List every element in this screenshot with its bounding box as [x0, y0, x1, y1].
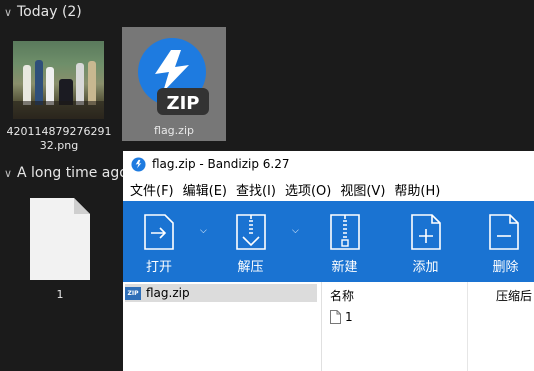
menu-options[interactable]: 选项(O) — [285, 180, 331, 199]
toolbar: 打开 ⌵ 解压 ⌵ 新建 添加 删除 — [123, 201, 534, 282]
file-name: 420114879276291 32.png — [6, 125, 112, 152]
image-thumbnail — [13, 41, 104, 119]
open-button[interactable]: 打开 — [123, 201, 195, 282]
chevron-down-icon[interactable]: ∨ — [0, 6, 16, 19]
extract-icon — [236, 214, 266, 250]
chevron-down-icon[interactable]: ∨ — [0, 167, 16, 180]
open-folder-icon — [144, 214, 174, 250]
window-title: flag.zip - Bandizip 6.27 — [152, 157, 290, 171]
menu-view[interactable]: 视图(V) — [340, 180, 385, 199]
file-list: 名称 压缩后 1 — [322, 282, 534, 371]
group-header-today[interactable]: ∨ Today (2) — [0, 1, 82, 23]
file-row-name: 1 — [345, 310, 353, 324]
file-tile-1[interactable]: 1 — [14, 190, 106, 310]
group-label-long-ago: A long time ago — [17, 165, 128, 181]
add-button[interactable]: 添加 — [388, 201, 463, 282]
menu-help[interactable]: 帮助(H) — [394, 180, 440, 199]
group-label-today: Today (2) — [17, 4, 82, 20]
zip-badge-text: ZIP — [166, 93, 200, 114]
menu-find[interactable]: 查找(I) — [236, 180, 276, 199]
tree-item-label: flag.zip — [146, 286, 190, 300]
menu-bar: 文件(F) 编辑(E) 查找(I) 选项(O) 视图(V) 帮助(H) — [123, 177, 534, 201]
group-header-long-ago[interactable]: ∨ A long time ago — [0, 162, 128, 184]
title-bar[interactable]: flag.zip - Bandizip 6.27 — [123, 151, 534, 177]
bandizip-window: flag.zip - Bandizip 6.27 文件(F) 编辑(E) 查找(… — [123, 151, 534, 371]
column-divider[interactable] — [467, 282, 468, 371]
tree-item-archive[interactable]: ZIP flag.zip — [125, 284, 317, 302]
new-archive-icon — [330, 214, 360, 250]
bandizip-logo-icon — [131, 156, 146, 172]
zip-archive-icon: ZIP — [125, 286, 141, 300]
add-icon — [411, 214, 441, 250]
extract-dropdown-icon[interactable]: ⌵ — [292, 226, 299, 236]
add-label: 添加 — [412, 260, 439, 275]
blank-file-icon — [30, 198, 90, 280]
extract-label: 解压 — [237, 260, 264, 275]
file-name: 1 — [56, 288, 64, 301]
file-name: flag.zip — [154, 124, 194, 137]
delete-label: 删除 — [492, 260, 519, 275]
file-icon — [330, 310, 341, 324]
file-tile-zip[interactable]: ZIP flag.zip — [122, 27, 226, 141]
menu-edit[interactable]: 编辑(E) — [183, 180, 227, 199]
file-row[interactable]: 1 — [330, 308, 353, 326]
column-header-name[interactable]: 名称 — [330, 287, 354, 304]
delete-button[interactable]: 删除 — [468, 201, 534, 282]
new-archive-button[interactable]: 新建 — [307, 201, 382, 282]
column-header-compressed[interactable]: 压缩后 — [496, 287, 532, 304]
new-archive-label: 新建 — [331, 260, 358, 275]
delete-icon — [489, 214, 519, 250]
open-label: 打开 — [145, 260, 172, 275]
open-dropdown-icon[interactable]: ⌵ — [200, 226, 207, 236]
extract-button[interactable]: 解压 — [213, 201, 288, 282]
menu-file[interactable]: 文件(F) — [130, 180, 174, 199]
folder-tree: ZIP flag.zip — [123, 282, 322, 371]
